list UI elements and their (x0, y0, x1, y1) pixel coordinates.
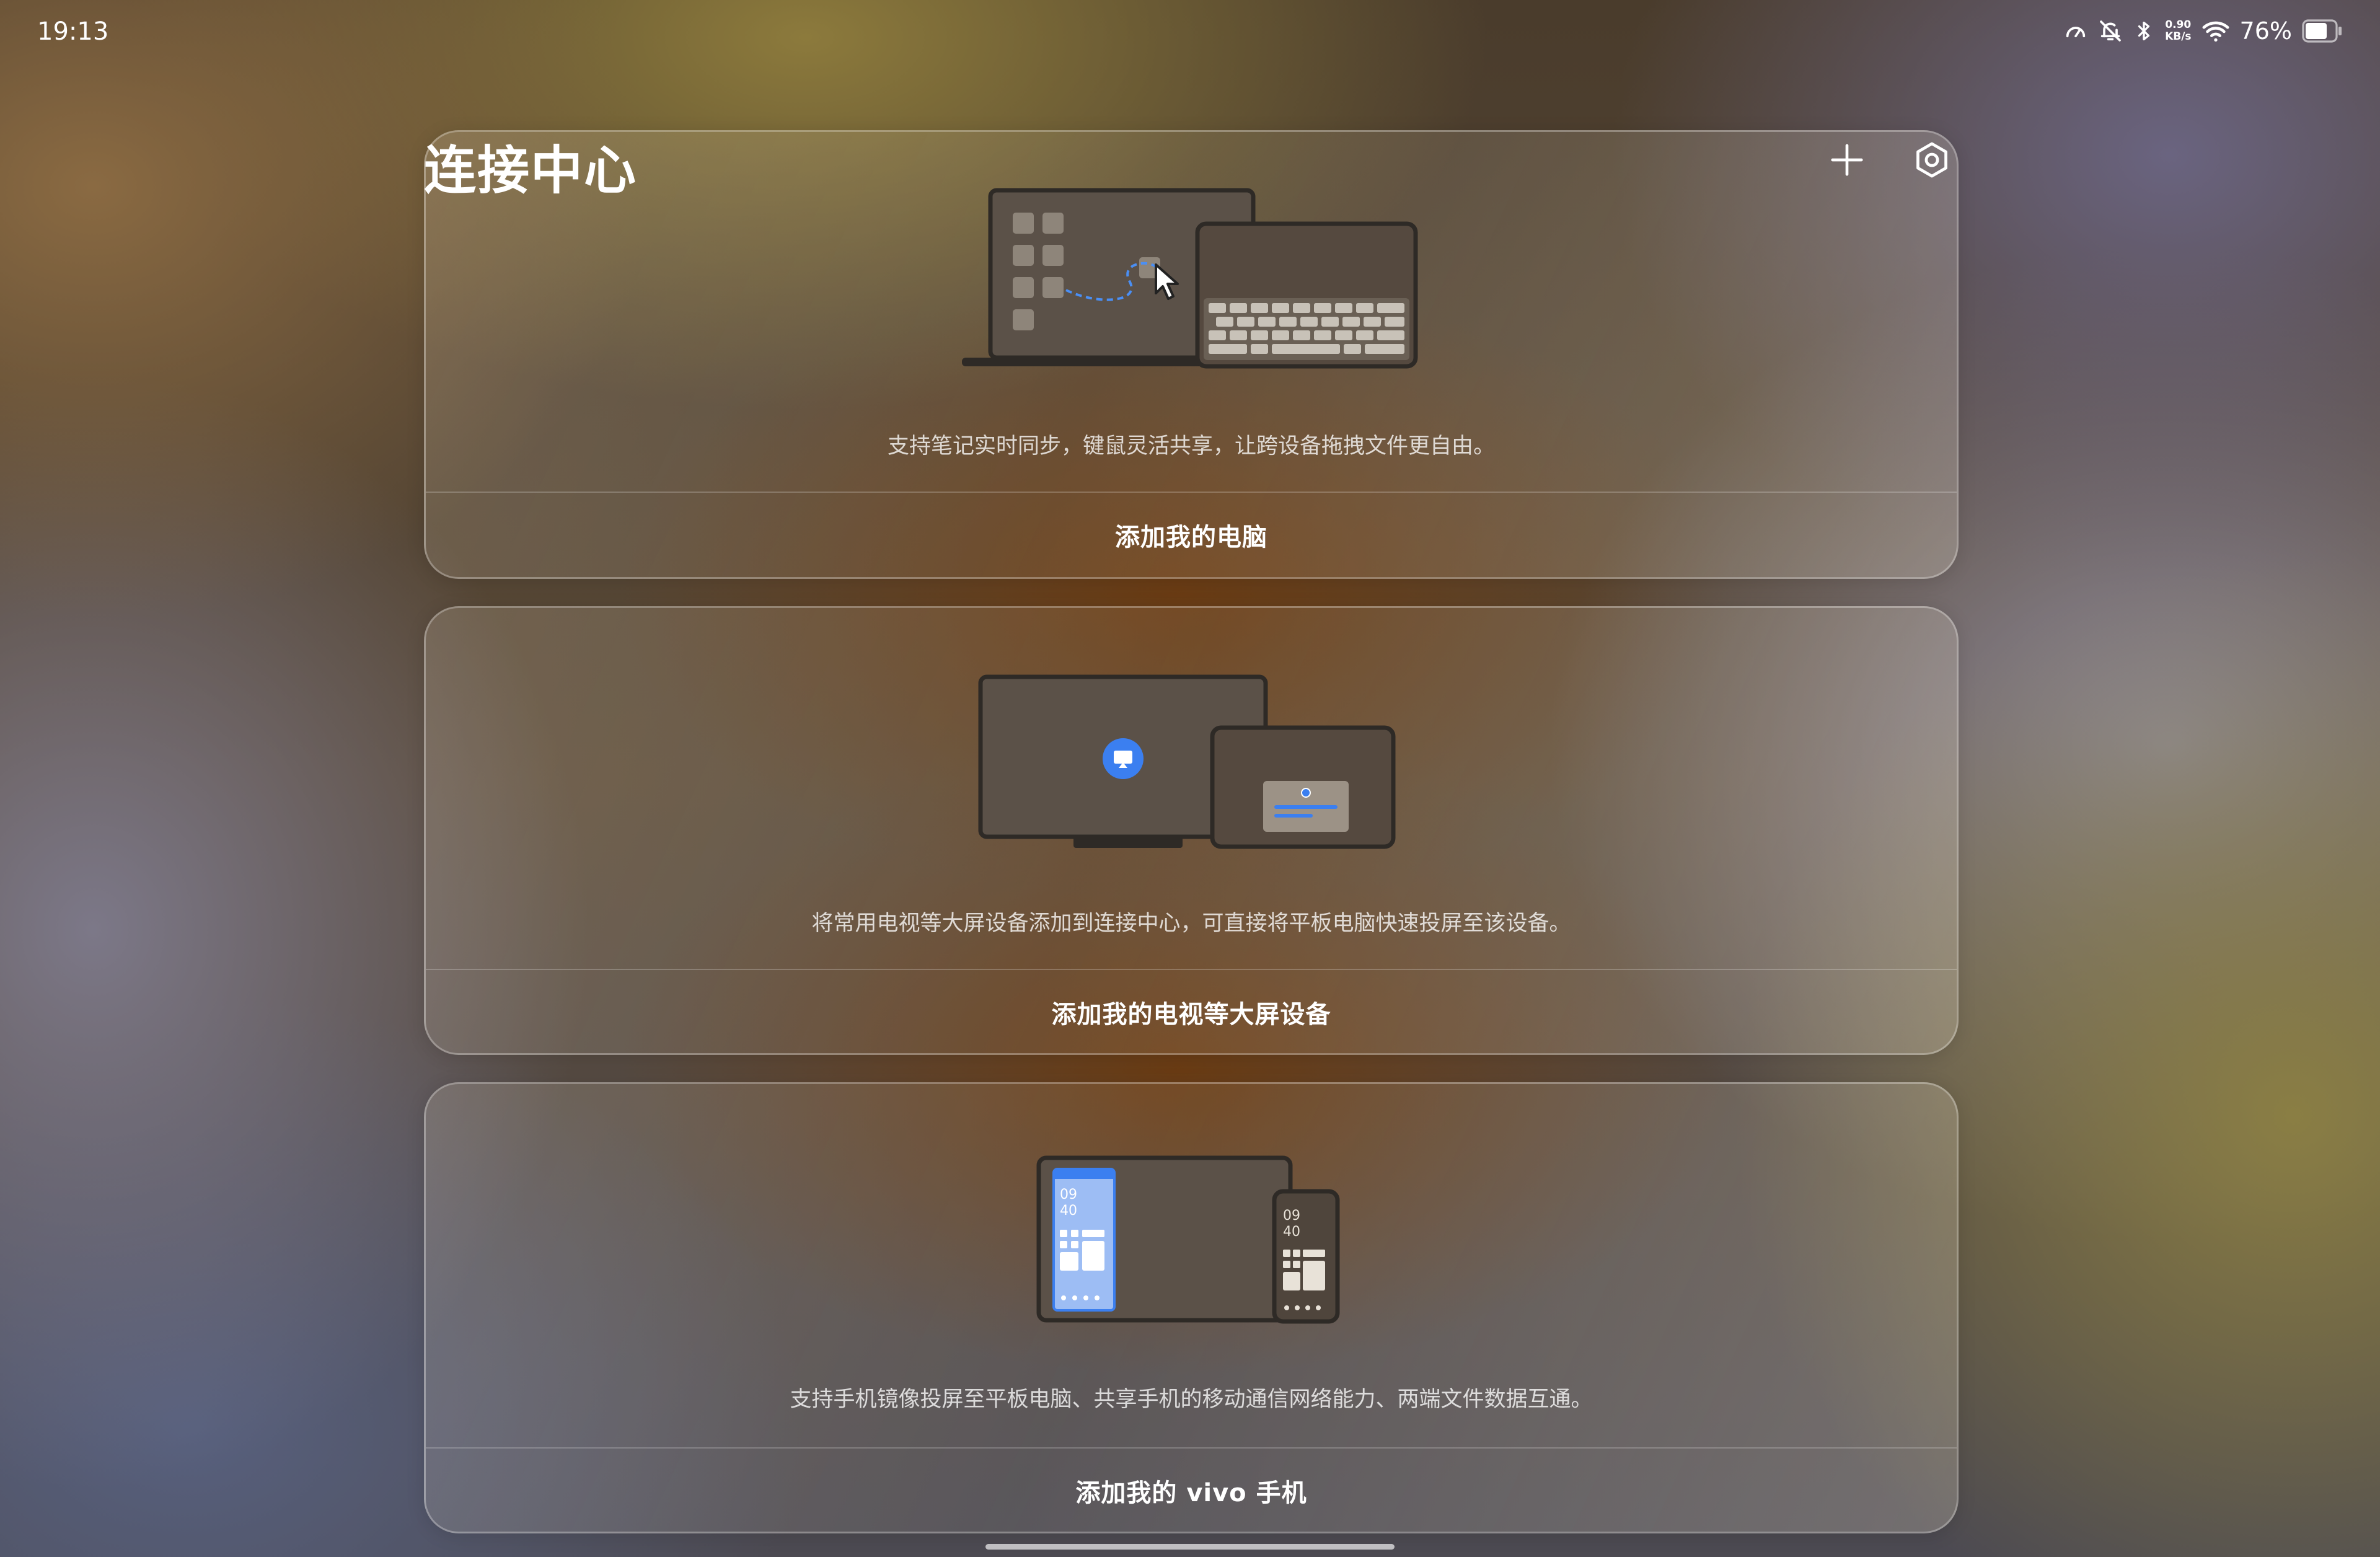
battery-percent: 76% (2239, 17, 2292, 45)
add-device-button[interactable] (1825, 139, 1869, 183)
settings-icon (1911, 139, 1952, 183)
phone-card: 09 40 09 40 支持手机镜像投屏至平板电脑、共享手机的移动通信网络能力、… (424, 1082, 1959, 1533)
status-icons: 0.90 KB/s 76% (2063, 17, 2343, 45)
phone-card-description: 支持手机镜像投屏至平板电脑、共享手机的移动通信网络能力、两端文件数据互通。 (790, 1387, 1593, 1412)
tv-card-description: 将常用电视等大屏设备添加到连接中心，可直接将平板电脑快速投屏至该设备。 (811, 911, 1571, 936)
phone-clock-minute: 40 (1283, 1224, 1300, 1240)
status-time: 19:13 (37, 17, 109, 46)
battery-icon (2302, 19, 2343, 43)
phone-clock-hour: 09 (1283, 1208, 1300, 1224)
tv-card: 将常用电视等大屏设备添加到连接中心，可直接将平板电脑快速投屏至该设备。 添加我的… (424, 606, 1959, 1055)
add-pc-button[interactable]: 添加我的电脑 (426, 493, 1957, 576)
pc-illustration (426, 188, 1957, 374)
page-title: 连接中心 (424, 140, 638, 201)
home-indicator[interactable] (985, 1544, 1395, 1550)
pc-card: 支持笔记实时同步，键鼠灵活共享，让跨设备拖拽文件更自由。 添加我的电脑 (424, 130, 1959, 579)
tv-illustration (426, 674, 1957, 854)
bluetooth-icon (2133, 19, 2155, 43)
plus-icon (1828, 141, 1866, 182)
bell-off-icon (2098, 19, 2123, 43)
pc-card-description: 支持笔记实时同步，键鼠灵活共享，让跨设备拖拽文件更自由。 (887, 434, 1495, 459)
mirrored-clock-minute: 40 (1060, 1203, 1077, 1219)
settings-button[interactable] (1910, 139, 1954, 183)
net-speed: 0.90 KB/s (2165, 19, 2192, 43)
phone-illustration: 09 40 09 40 (426, 1155, 1957, 1332)
mirrored-clock-hour: 09 (1060, 1187, 1077, 1202)
add-phone-button[interactable]: 添加我的 vivo 手机 (426, 1449, 1957, 1532)
speedometer-icon (2063, 19, 2088, 43)
add-tv-button[interactable]: 添加我的电视等大屏设备 (426, 970, 1957, 1053)
wifi-icon (2202, 19, 2230, 43)
status-bar: 19:13 0.90 KB/s 76% (0, 0, 2380, 68)
